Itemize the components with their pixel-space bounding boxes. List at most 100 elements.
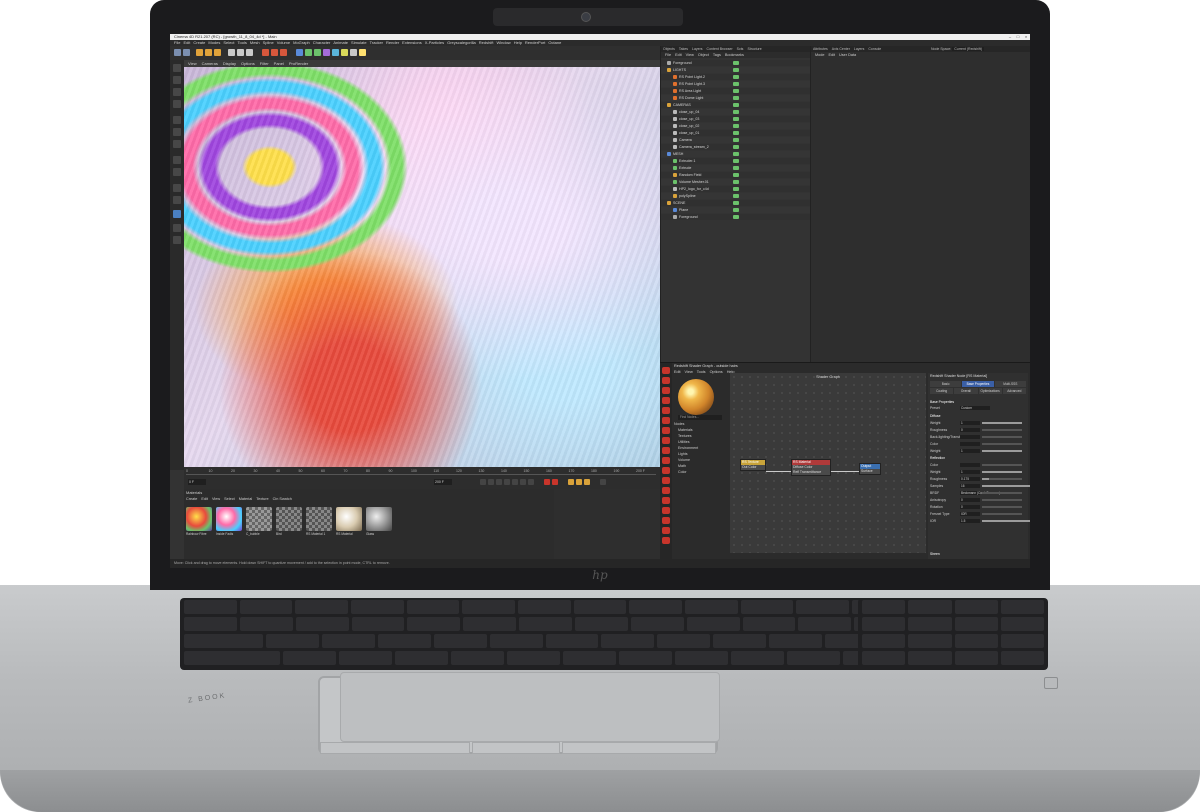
timeline-settings-icon[interactable] [600,479,606,485]
cloner-icon[interactable] [323,49,330,56]
camera-icon[interactable] [350,49,357,56]
play-icon[interactable] [504,479,510,485]
property-value-field[interactable]: 1 [960,449,980,453]
property-value-field[interactable]: 1.5 [960,519,980,523]
next-frame-icon[interactable] [512,479,518,485]
object-row[interactable]: polySpline [673,193,696,199]
property-value-field[interactable]: IOR [960,512,980,516]
visibility-dots-icon[interactable] [733,138,739,142]
make-editable-icon[interactable] [173,64,181,72]
object-row[interactable]: MESH [667,151,683,157]
property-tab-overall[interactable]: Overall [954,388,978,394]
materials-menu-cin-swatch[interactable]: Cin Swatch [273,497,292,501]
visibility-dots-icon[interactable] [733,159,739,163]
viewport-menu-cameras[interactable]: Cameras [202,60,218,67]
autokey-icon[interactable] [552,479,558,485]
key-position-icon[interactable] [568,479,574,485]
object-row[interactable]: Extrude [673,165,691,171]
node-rs-texture[interactable]: RS Texture Out Color [740,459,766,471]
render-view-icon[interactable] [262,49,269,56]
object-menu-bookmarks[interactable]: Bookmarks [725,52,744,58]
lock-icon[interactable] [173,224,181,232]
light-icon[interactable] [359,49,366,56]
material-swatch-rs1[interactable] [306,507,332,531]
floor-icon[interactable] [341,49,348,56]
viewport-menu-filter[interactable]: Filter [260,60,269,67]
object-row[interactable]: LIGHTS [667,67,686,73]
visibility-dots-icon[interactable] [733,208,739,212]
z-axis-icon[interactable] [246,49,253,56]
redshift-tool-icon[interactable] [662,457,670,464]
redshift-tool-icon[interactable] [662,507,670,514]
object-row[interactable]: close_up_02 [673,123,699,129]
goto-end-icon[interactable] [528,479,534,485]
visibility-dots-icon[interactable] [733,201,739,205]
node-rs-material[interactable]: RS Material Diffuse Color Refl Transmitt… [791,459,831,476]
object-row[interactable]: RS Area Light [673,88,701,94]
object-row[interactable]: close_up_04 [673,109,699,115]
object-menu-edit[interactable]: Edit [675,52,682,58]
materials-menu-material[interactable]: Material [239,497,253,501]
node-space-select[interactable]: Current (Redshift) [952,47,985,51]
materials-menu-create[interactable]: Create [186,497,197,501]
sculpt-icon[interactable] [173,184,181,192]
x-axis-icon[interactable] [228,49,235,56]
shader-menu-tools[interactable]: Tools [697,369,706,375]
redshift-tool-icon[interactable] [662,397,670,404]
redshift-tool-icon[interactable] [662,407,670,414]
visibility-dots-icon[interactable] [733,131,739,135]
grid-icon[interactable] [173,236,181,244]
material-swatch-rs[interactable] [336,507,362,531]
redshift-tool-icon[interactable] [662,517,670,524]
visibility-dots-icon[interactable] [733,215,739,219]
section-reflection[interactable]: Reflection [930,455,945,461]
record-icon[interactable] [544,479,550,485]
property-slider[interactable] [982,450,1022,452]
property-slider[interactable] [982,492,1022,494]
object-row[interactable]: CAMERAS [667,102,691,108]
viewport-menu-view[interactable]: View [188,60,197,67]
material-swatch-glass[interactable] [366,507,392,531]
property-value-field[interactable] [960,463,980,467]
viewport-menu-options[interactable]: Options [241,60,255,67]
redo-icon[interactable] [183,49,190,56]
move-tool-icon[interactable] [196,49,203,56]
visibility-dots-icon[interactable] [733,180,739,184]
visibility-dots-icon[interactable] [733,187,739,191]
property-value-field[interactable]: Beckmann (Cook-Torrance) [960,491,1000,495]
object-row[interactable]: Camera [673,137,692,143]
render-settings-icon[interactable] [280,49,287,56]
property-slider[interactable] [982,471,1022,473]
property-value-field[interactable]: 1 [960,421,980,425]
visibility-dots-icon[interactable] [733,117,739,121]
object-row[interactable]: Random Field [673,172,701,178]
object-row[interactable]: RS Point Light.3 [673,81,705,87]
rotate-tool-icon[interactable] [214,49,221,56]
property-slider[interactable] [982,443,1022,445]
visibility-dots-icon[interactable] [733,152,739,156]
touchpad-middle-button[interactable] [472,742,560,754]
object-row[interactable]: RS Dome Light [673,95,703,101]
material-swatch-bubble[interactable] [246,507,272,531]
preset-select[interactable]: Custom [960,406,990,410]
prev-frame-icon[interactable] [496,479,502,485]
shader-menu-view[interactable]: View [685,369,693,375]
touchpad-left-button[interactable] [320,742,470,754]
visibility-dots-icon[interactable] [733,68,739,72]
material-swatch-rainbow[interactable] [186,507,212,531]
shader-menu-options[interactable]: Options [710,369,723,375]
redshift-tool-icon[interactable] [662,537,670,544]
property-slider[interactable] [982,464,1022,466]
visibility-dots-icon[interactable] [733,61,739,65]
points-mode-icon[interactable] [173,116,181,124]
property-tab-optimizations[interactable]: Optimizations [978,388,1002,394]
visibility-dots-icon[interactable] [733,124,739,128]
property-value-field[interactable] [960,435,980,439]
node-port[interactable]: Refl Transmittance [792,470,830,475]
scale-tool-icon[interactable] [205,49,212,56]
section-sheen[interactable]: Sheen [930,551,940,557]
materials-menu-edit[interactable]: Edit [201,497,208,501]
object-menu-view[interactable]: View [686,52,694,58]
bodypaint-icon[interactable] [173,196,181,204]
object-menu-object[interactable]: Object [698,52,709,58]
